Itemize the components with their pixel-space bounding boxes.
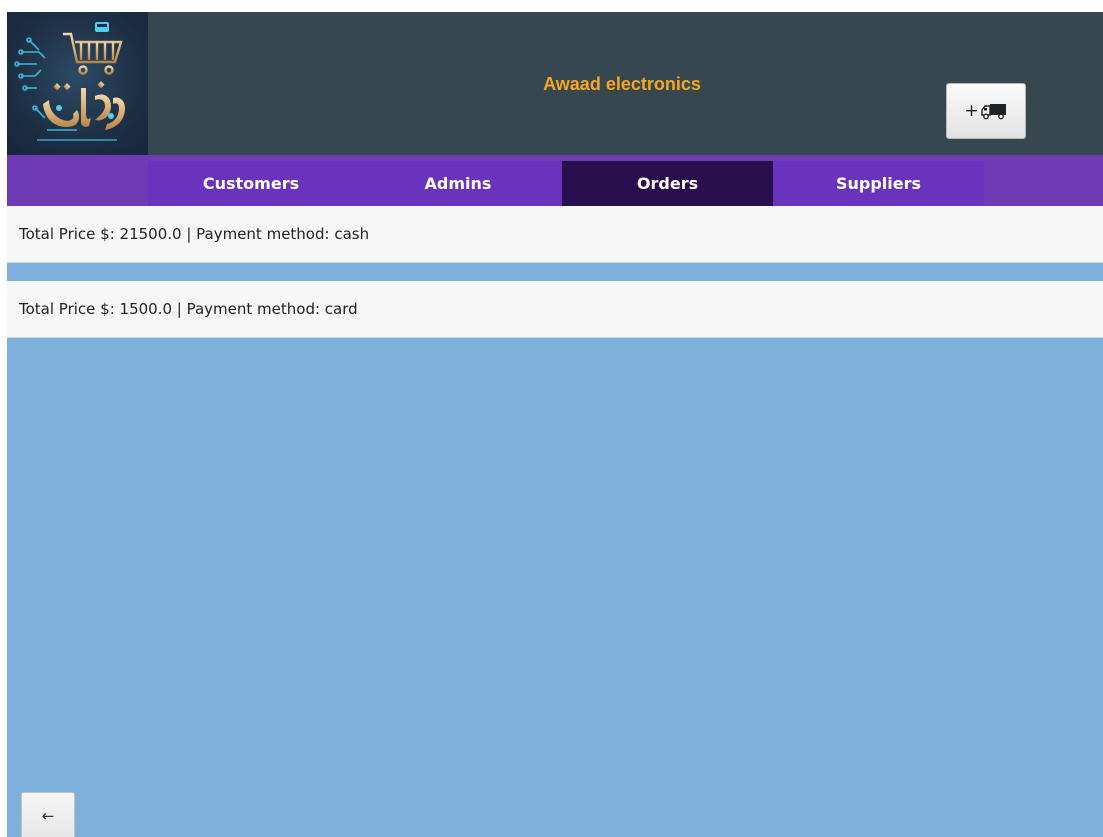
- truck-icon: [980, 104, 1006, 120]
- app-window: Awaad electronics + Customers Admins Ord…: [7, 12, 1103, 837]
- tab-suppliers[interactable]: Suppliers: [773, 161, 984, 206]
- plus-label: +: [964, 101, 979, 121]
- tab-admins[interactable]: Admins: [354, 161, 562, 206]
- order-list-item[interactable]: Total Price $: 1500.0 | Payment method: …: [7, 281, 1103, 338]
- tab-customers[interactable]: Customers: [148, 161, 354, 206]
- tab-bar: Customers Admins Orders Suppliers: [7, 155, 1103, 206]
- circuit-cart-logo-icon: [14, 22, 125, 141]
- app-title: Awaad electronics: [543, 74, 701, 94]
- add-supplier-button[interactable]: +: [946, 83, 1026, 139]
- header: Awaad electronics +: [7, 12, 1103, 155]
- tab-orders[interactable]: Orders: [562, 161, 773, 206]
- back-button[interactable]: ←: [21, 792, 75, 837]
- store-logo: [7, 12, 148, 155]
- order-list-item[interactable]: Total Price $: 21500.0 | Payment method:…: [7, 206, 1103, 263]
